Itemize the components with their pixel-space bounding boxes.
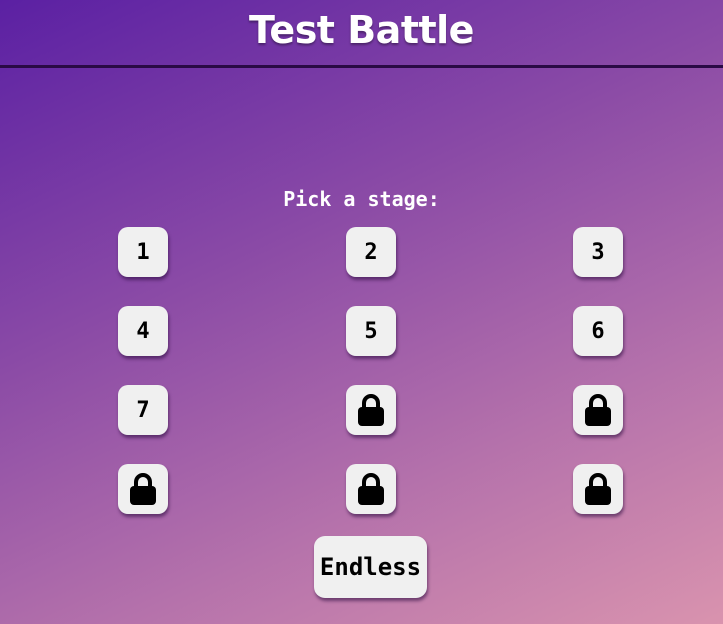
lock-icon	[585, 394, 611, 426]
stage-6-button[interactable]: 6	[573, 306, 623, 356]
lock-icon	[358, 394, 384, 426]
stage-prompt: Pick a stage:	[283, 187, 440, 211]
page-title: Test Battle	[249, 8, 474, 52]
stage-8-locked-button[interactable]	[346, 385, 396, 435]
stage-11-locked-button[interactable]	[346, 464, 396, 514]
header-bar: Test Battle	[0, 0, 723, 68]
endless-label: Endless	[319, 553, 422, 581]
lock-icon	[130, 473, 156, 505]
stage-label: 3	[591, 239, 605, 265]
stage-label: 2	[364, 239, 378, 265]
stage-12-locked-button[interactable]	[573, 464, 623, 514]
stage-9-locked-button[interactable]	[573, 385, 623, 435]
endless-mode-button[interactable]: Endless	[314, 536, 427, 598]
stage-1-button[interactable]: 1	[118, 227, 168, 277]
stage-3-button[interactable]: 3	[573, 227, 623, 277]
stage-2-button[interactable]: 2	[346, 227, 396, 277]
stage-label: 4	[136, 318, 150, 344]
stage-label: 7	[136, 397, 150, 423]
stage-5-button[interactable]: 5	[346, 306, 396, 356]
stage-label: 1	[136, 239, 150, 265]
lock-icon	[358, 473, 384, 505]
stage-7-button[interactable]: 7	[118, 385, 168, 435]
lock-icon	[585, 473, 611, 505]
stage-label: 6	[591, 318, 605, 344]
stage-10-locked-button[interactable]	[118, 464, 168, 514]
stage-4-button[interactable]: 4	[118, 306, 168, 356]
stage-label: 5	[364, 318, 378, 344]
